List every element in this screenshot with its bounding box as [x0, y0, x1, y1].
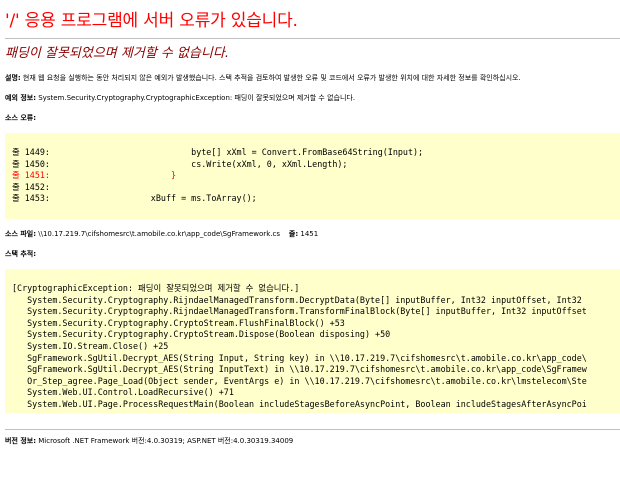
error-page: '/' 응용 프로그램에 서버 오류가 있습니다. 패딩이 잘못되었으며 제거할… [0, 0, 620, 446]
stack-trace-line: SgFramework.SgUtil.Decrypt_AES(String In… [12, 364, 587, 375]
source-line-number: 줄 1451: [12, 170, 50, 181]
stack-trace-line: System.Security.Cryptography.RijndaelMan… [12, 294, 582, 305]
stack-trace-block[interactable]: [CryptographicException: 패딩이 잘못되었으며 제거할 … [5, 269, 620, 413]
description-line: 설명: 현재 웹 요청을 실행하는 동안 처리되지 않은 예외가 발생했습니다.… [5, 73, 620, 83]
source-line-code: } [49, 170, 177, 181]
stack-trace-line: [CryptographicException: 패딩이 잘못되었으며 제거할 … [12, 283, 300, 293]
source-file-path: \\10.17.219.7\cifshomesrc\t.amobile.co.k… [38, 230, 280, 238]
description-text: 현재 웹 요청을 실행하는 동안 처리되지 않은 예외가 발생했습니다. 스택 … [22, 74, 521, 82]
stack-trace-heading: 스택 추적: [5, 249, 620, 259]
stack-trace-line: System.Security.Cryptography.CryptoStrea… [12, 329, 391, 340]
source-line: 줄 1450: cs.Write(xXml, 0, xXml.Length); [12, 159, 620, 171]
exception-text: System.Security.Cryptography.Cryptograph… [38, 94, 356, 102]
source-line-number: 줄 1453: [12, 193, 50, 204]
source-code-block[interactable]: 줄 1449: byte[] xXml = Convert.FromBase64… [5, 133, 620, 219]
source-line: 줄 1453: xBuff = ms.ToArray(); [12, 193, 620, 205]
source-error-heading: 소스 오류: [5, 113, 620, 123]
stack-trace-line: System.Web.UI.Page.ProcessRequestMain(Bo… [12, 398, 587, 409]
stack-trace-line: System.IO.Stream.Close() +25 [12, 340, 169, 351]
stack-trace-line: System.Security.Cryptography.RijndaelMan… [12, 306, 587, 317]
source-line-number: 줄 1452: [12, 181, 50, 192]
exception-label: 예외 정보: [5, 94, 36, 102]
stack-trace-line: System.Web.UI.Control.LoadRecursive() +7… [12, 387, 234, 398]
page-title: '/' 응용 프로그램에 서버 오류가 있습니다. [5, 11, 298, 31]
version-info-line: 버전 정보: Microsoft .NET Framework 버전:4.0.3… [5, 429, 620, 446]
source-line-code: cs.Write(xXml, 0, xXml.Length); [49, 158, 348, 169]
description-label: 설명: [5, 74, 21, 82]
source-line: 줄 1452: [12, 182, 620, 194]
source-line-value: 1451 [300, 230, 319, 238]
source-line-code: byte[] xXml = Convert.FromBase64String(I… [49, 147, 424, 157]
stack-trace-line: SgFramework.SgUtil.Decrypt_AES(String In… [12, 352, 587, 363]
source-line-error: 줄 1451: } [12, 170, 620, 182]
exception-details-line: 예외 정보: System.Security.Cryptography.Cryp… [5, 93, 620, 103]
source-line-number: 줄 1449: [12, 147, 50, 157]
stack-trace-label: 스택 추적: [5, 250, 36, 258]
source-line: 줄 1449: byte[] xXml = Convert.FromBase64… [12, 147, 620, 159]
source-file-line: 소스 파일: \\10.17.219.7\cifshomesrc\t.amobi… [5, 229, 620, 239]
stack-trace-line: Or_Step_agree.Page_Load(Object sender, E… [12, 375, 587, 386]
version-label: 버전 정보: [5, 437, 36, 445]
source-line-number: 줄 1450: [12, 158, 50, 169]
error-message-heading: 패딩이 잘못되었으며 제거할 수 없습니다. [5, 46, 229, 61]
version-text: Microsoft .NET Framework 버전:4.0.30319; A… [38, 437, 294, 445]
stack-trace-line: System.Security.Cryptography.CryptoStrea… [12, 317, 345, 328]
source-line-label: 줄: [288, 230, 299, 238]
source-error-label: 소스 오류: [5, 114, 36, 122]
title-divider [5, 38, 620, 39]
source-line-code: xBuff = ms.ToArray(); [49, 193, 257, 204]
source-file-label: 소스 파일: [5, 230, 36, 238]
